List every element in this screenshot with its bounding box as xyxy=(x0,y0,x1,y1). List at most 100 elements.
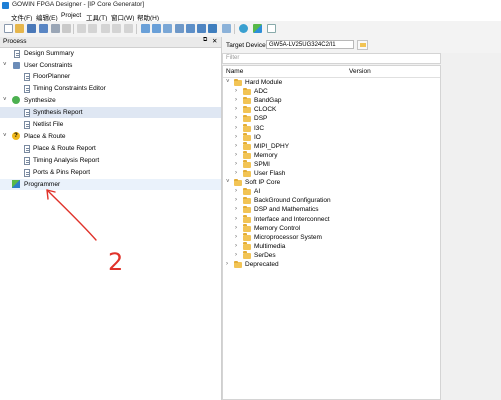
tree-item-microprocessor-system[interactable]: › Microprocessor System xyxy=(223,233,440,242)
process-item-synthesize[interactable]: ˅ Synthesize xyxy=(0,95,221,106)
save-icon[interactable] xyxy=(27,24,36,33)
column-name-header[interactable]: Name xyxy=(226,68,243,75)
collapse-chevron-icon[interactable]: › xyxy=(235,243,237,249)
collapse-chevron-icon[interactable]: › xyxy=(235,197,237,203)
collapse-chevron-icon[interactable]: › xyxy=(235,97,237,103)
menu-help[interactable]: 帮助(H) xyxy=(137,12,159,22)
tree-item-ai[interactable]: › AI xyxy=(223,187,440,196)
expand-chevron-icon[interactable]: ˅ xyxy=(3,97,7,103)
folder-icon xyxy=(234,260,242,268)
folder-icon xyxy=(243,105,251,114)
process-item-timing-constraints-editor[interactable]: Timing Constraints Editor xyxy=(0,83,221,94)
collapse-chevron-icon[interactable]: › xyxy=(235,134,237,140)
cut-icon[interactable] xyxy=(101,24,110,33)
process-item-netlist-file[interactable]: Netlist File xyxy=(0,119,221,130)
tree-group-deprecated[interactable]: › Deprecated xyxy=(223,260,440,269)
chip-icon[interactable] xyxy=(208,24,217,33)
close-file-icon[interactable] xyxy=(51,24,60,33)
collapse-chevron-icon[interactable]: › xyxy=(235,225,237,231)
process-item-user-constraints[interactable]: ˅ User Constraints xyxy=(0,60,221,71)
filter-input[interactable]: Filter xyxy=(222,53,441,64)
synthesize-icon[interactable] xyxy=(141,24,150,33)
tree-item-adc[interactable]: › ADC xyxy=(223,87,440,96)
process-item-place-route-report[interactable]: Place & Route Report xyxy=(0,143,221,154)
process-item-synthesis-report[interactable]: Synthesis Report xyxy=(0,107,221,118)
document-icon xyxy=(24,84,30,93)
place-route-icon[interactable] xyxy=(152,24,161,33)
collapse-chevron-icon[interactable]: › xyxy=(235,252,237,258)
collapse-chevron-icon[interactable]: › xyxy=(235,161,237,167)
select-device-button[interactable] xyxy=(357,40,368,50)
collapse-chevron-icon[interactable]: › xyxy=(235,106,237,112)
collapse-chevron-icon[interactable]: › xyxy=(235,152,237,158)
collapse-chevron-icon[interactable]: › xyxy=(235,188,237,194)
tree-item-multimedia[interactable]: › Multimedia xyxy=(223,242,440,251)
floorplan-icon[interactable] xyxy=(186,24,195,33)
column-version-header[interactable]: Version xyxy=(349,68,371,75)
process-item-ports-pins-report[interactable]: Ports & Pins Report xyxy=(0,167,221,178)
expand-chevron-icon[interactable]: ˅ xyxy=(226,79,230,85)
undo-icon[interactable] xyxy=(77,24,86,33)
process-item-timing-analysis-report[interactable]: Timing Analysis Report xyxy=(0,155,221,166)
collapse-chevron-icon[interactable]: › xyxy=(235,125,237,131)
timing-icon[interactable] xyxy=(197,24,206,33)
target-device-field[interactable]: GW5A-LV25UG324C2/I1 xyxy=(266,40,354,49)
collapse-chevron-icon[interactable]: › xyxy=(235,115,237,121)
process-item-place-route[interactable]: ˅ ? Place & Route xyxy=(0,131,221,142)
menu-project[interactable]: Project xyxy=(61,12,81,19)
help-icon[interactable] xyxy=(267,24,276,33)
program-device-icon[interactable] xyxy=(239,24,248,33)
tree-item-dsp-and-mathematics[interactable]: › DSP and Mathematics xyxy=(223,205,440,214)
collapse-chevron-icon[interactable]: › xyxy=(226,261,228,267)
process-item-floorplanner[interactable]: FloorPlanner xyxy=(0,71,221,82)
gowin-analyzer-icon[interactable] xyxy=(253,24,262,33)
menu-tools[interactable]: 工具(T) xyxy=(86,12,107,22)
tree-group-hard-module[interactable]: ˅ Hard Module xyxy=(223,78,440,87)
collapse-chevron-icon[interactable]: › xyxy=(235,206,237,212)
ip-core-icon[interactable] xyxy=(222,24,231,33)
new-file-icon[interactable] xyxy=(4,24,13,33)
collapse-chevron-icon[interactable]: › xyxy=(235,88,237,94)
copy-icon[interactable] xyxy=(112,24,121,33)
tree-item-io[interactable]: › IO xyxy=(223,133,440,142)
folder-icon xyxy=(243,242,251,250)
print-icon[interactable] xyxy=(62,24,71,33)
expand-chevron-icon[interactable]: ˅ xyxy=(3,62,7,68)
expand-chevron-icon[interactable]: ˅ xyxy=(226,179,230,185)
tree-item-i3c[interactable]: › I3C xyxy=(223,124,440,133)
tree-item-user-flash[interactable]: › User Flash xyxy=(223,169,440,178)
tree-item-background-configuration[interactable]: › BackGround Configuration xyxy=(223,196,440,205)
close-icon[interactable]: ✕ xyxy=(212,37,217,45)
redo-icon[interactable] xyxy=(88,24,97,33)
tree-item-clock[interactable]: › CLOCK xyxy=(223,105,440,114)
collapse-chevron-icon[interactable]: › xyxy=(235,216,237,222)
tree-item-label: SPMI xyxy=(254,160,270,168)
menu-edit[interactable]: 编辑(E) xyxy=(36,12,58,22)
save-all-icon[interactable] xyxy=(39,24,48,33)
tree-group-soft-ip-core[interactable]: ˅ Soft IP Core xyxy=(223,178,440,187)
process-item-programmer[interactable]: Programmer xyxy=(0,179,221,190)
hierarchy-icon[interactable] xyxy=(163,24,172,33)
collapse-chevron-icon[interactable]: › xyxy=(235,170,237,176)
tree-item-interface-and-interconnect[interactable]: › Interface and Interconnect xyxy=(223,215,440,224)
menu-window[interactable]: 窗口(W) xyxy=(111,12,134,22)
open-folder-icon[interactable] xyxy=(15,24,24,33)
tree-group-label: Deprecated xyxy=(245,261,279,268)
folder-icon xyxy=(243,142,251,150)
tree-item-serdes[interactable]: › SerDes xyxy=(223,251,440,260)
process-item-design-summary[interactable]: Design Summary xyxy=(0,48,221,59)
netlist-icon[interactable] xyxy=(175,24,184,33)
expand-chevron-icon[interactable]: ˅ xyxy=(3,133,7,139)
collapse-chevron-icon[interactable]: › xyxy=(235,234,237,240)
tree-item-mipi-dphy[interactable]: › MIPI_DPHY xyxy=(223,142,440,151)
tree-item-spmi[interactable]: › SPMI xyxy=(223,160,440,169)
toolbar-separator xyxy=(136,24,137,34)
collapse-chevron-icon[interactable]: › xyxy=(235,143,237,149)
tree-item-memory-control[interactable]: › Memory Control xyxy=(223,224,440,233)
float-icon[interactable]: ⧉ xyxy=(203,37,207,44)
tree-item-dsp[interactable]: › DSP xyxy=(223,114,440,123)
menu-file[interactable]: 文件(F) xyxy=(11,12,32,22)
tree-item-bandgap[interactable]: › BandGap xyxy=(223,96,440,105)
paste-icon[interactable] xyxy=(124,24,133,33)
tree-item-memory[interactable]: › Memory xyxy=(223,151,440,160)
